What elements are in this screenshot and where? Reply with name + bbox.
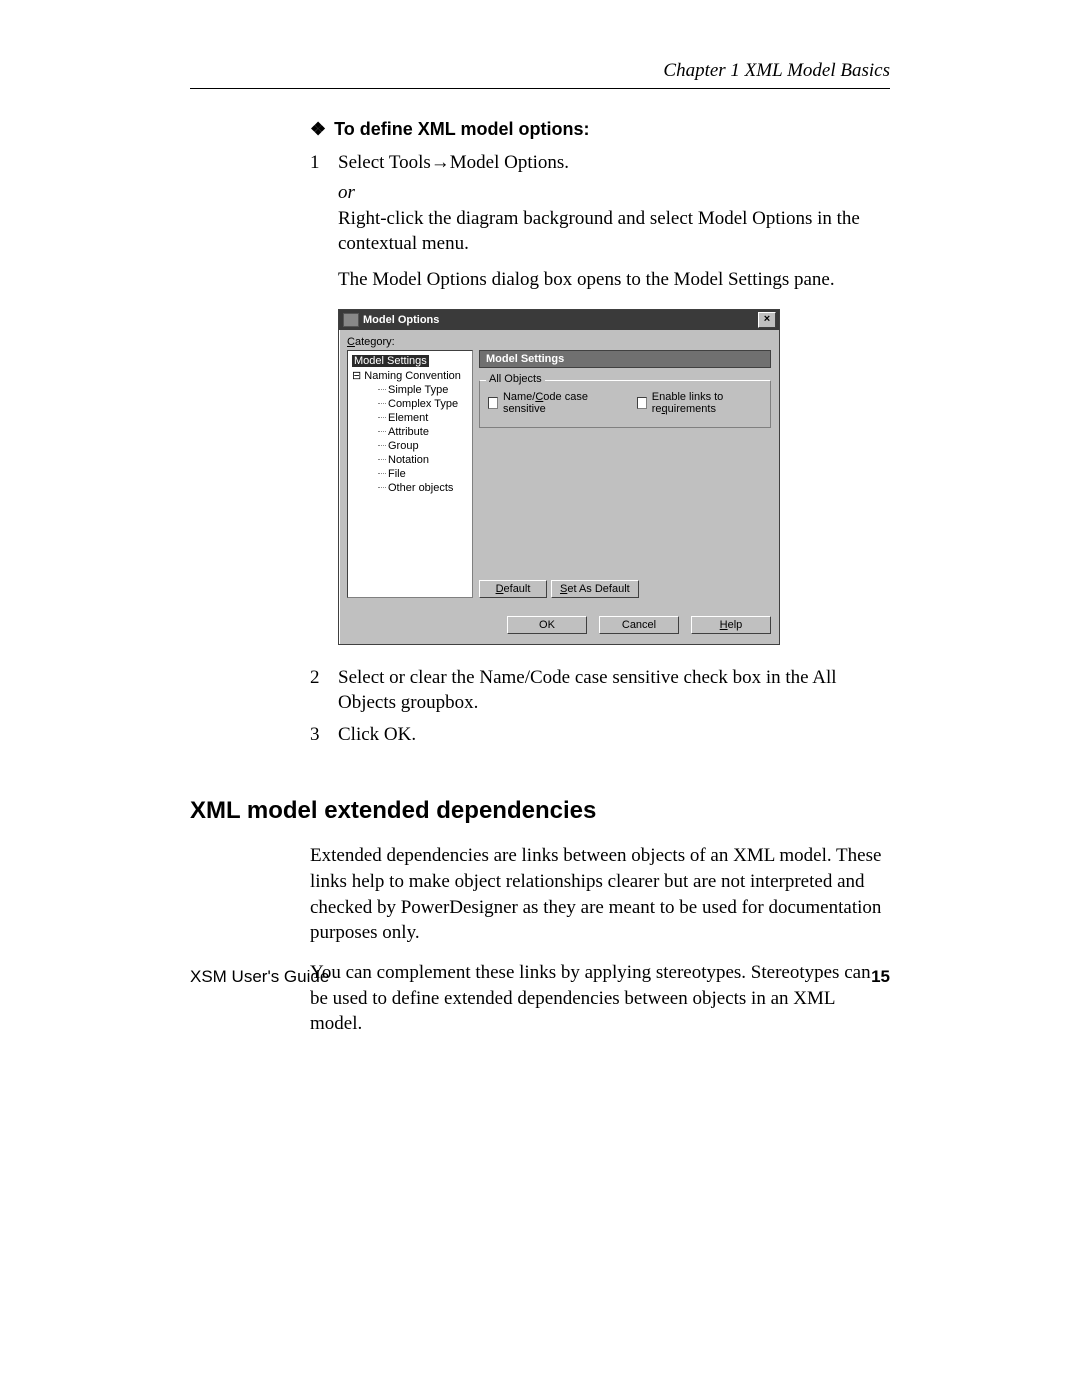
step-2: 2 Select or clear the Name/Code case sen… (310, 665, 890, 716)
dialog-icon (343, 313, 359, 327)
procedure-title-text: To define XML model options: (334, 119, 589, 139)
tree-attribute[interactable]: Attribute (352, 425, 468, 439)
set-as-default-button[interactable]: Set As Default (551, 580, 639, 598)
checkbox-label: Enable links to requirements (652, 391, 762, 415)
footer-page-number: 15 (871, 967, 890, 987)
step-1: 1 Select Tools→Model Options. (310, 150, 890, 176)
tree-notation[interactable]: Notation (352, 453, 468, 467)
pane-header: Model Settings (479, 350, 771, 368)
ok-button[interactable]: OK (507, 616, 587, 634)
tree-element[interactable]: Element (352, 411, 468, 425)
dialog-footer: OK Cancel Help (339, 606, 779, 644)
cancel-button[interactable]: Cancel (599, 616, 679, 634)
or-text: or (338, 182, 890, 204)
name-code-checkbox[interactable]: Name/Code case sensitive (488, 391, 607, 415)
footer-guide: XSM User's Guide (190, 967, 329, 987)
model-options-dialog: Model Options × Category: Model Settings… (338, 309, 780, 645)
procedure-title: ❖ To define XML model options: (310, 119, 890, 140)
page-footer: XSM User's Guide 15 (190, 967, 890, 987)
section-heading: XML model extended dependencies (190, 797, 890, 825)
category-tree[interactable]: Model Settings Naming Convention Simple … (347, 350, 473, 598)
close-button[interactable]: × (758, 312, 776, 328)
step-number: 3 (310, 722, 338, 748)
dialog-body: Category: Model Settings Naming Conventi… (339, 330, 779, 606)
tree-model-settings[interactable]: Model Settings (352, 355, 429, 367)
step-text: Click OK. (338, 722, 890, 748)
dialog-titlebar: Model Options × (339, 310, 779, 330)
settings-pane: Model Settings All Objects Name/Code cas… (479, 350, 771, 598)
step-number: 1 (310, 150, 338, 176)
tree-file[interactable]: File (352, 467, 468, 481)
step-1-alt: Right-click the diagram background and s… (338, 206, 890, 257)
section-body: Extended dependencies are links between … (310, 843, 890, 1036)
section-paragraph: Extended dependencies are links between … (310, 843, 890, 946)
all-objects-groupbox: All Objects Name/Code case sensitive Ena… (479, 380, 771, 428)
tree-other-objects[interactable]: Other objects (352, 481, 468, 495)
tree-group[interactable]: Group (352, 439, 468, 453)
help-button[interactable]: Help (691, 616, 771, 634)
groupbox-legend: All Objects (486, 373, 545, 385)
step-1-result: The Model Options dialog box opens to th… (338, 267, 890, 293)
checkbox-label: Name/Code case sensitive (503, 391, 607, 415)
dialog-screenshot: Model Options × Category: Model Settings… (338, 309, 890, 645)
diamond-icon: ❖ (310, 119, 326, 139)
tree-naming-convention[interactable]: Naming Convention (352, 368, 468, 383)
default-button[interactable]: Default (479, 580, 547, 598)
tree-simple-type[interactable]: Simple Type (352, 383, 468, 397)
procedure-block: ❖ To define XML model options: 1 Select T… (310, 119, 890, 747)
step-text: Select Tools→Model Options. (338, 150, 890, 176)
enable-links-checkbox[interactable]: Enable links to requirements (637, 391, 762, 415)
step-text: Select or clear the Name/Code case sensi… (338, 665, 890, 716)
checkbox-icon (488, 397, 498, 409)
step-number: 2 (310, 665, 338, 716)
category-label: Category: (347, 336, 771, 348)
page: Chapter 1 XML Model Basics ❖ To define XM… (0, 0, 1080, 1397)
chapter-header: Chapter 1 XML Model Basics (190, 60, 890, 89)
step-3: 3 Click OK. (310, 722, 890, 748)
tree-complex-type[interactable]: Complex Type (352, 397, 468, 411)
checkbox-icon (637, 397, 647, 409)
dialog-title: Model Options (363, 314, 439, 326)
